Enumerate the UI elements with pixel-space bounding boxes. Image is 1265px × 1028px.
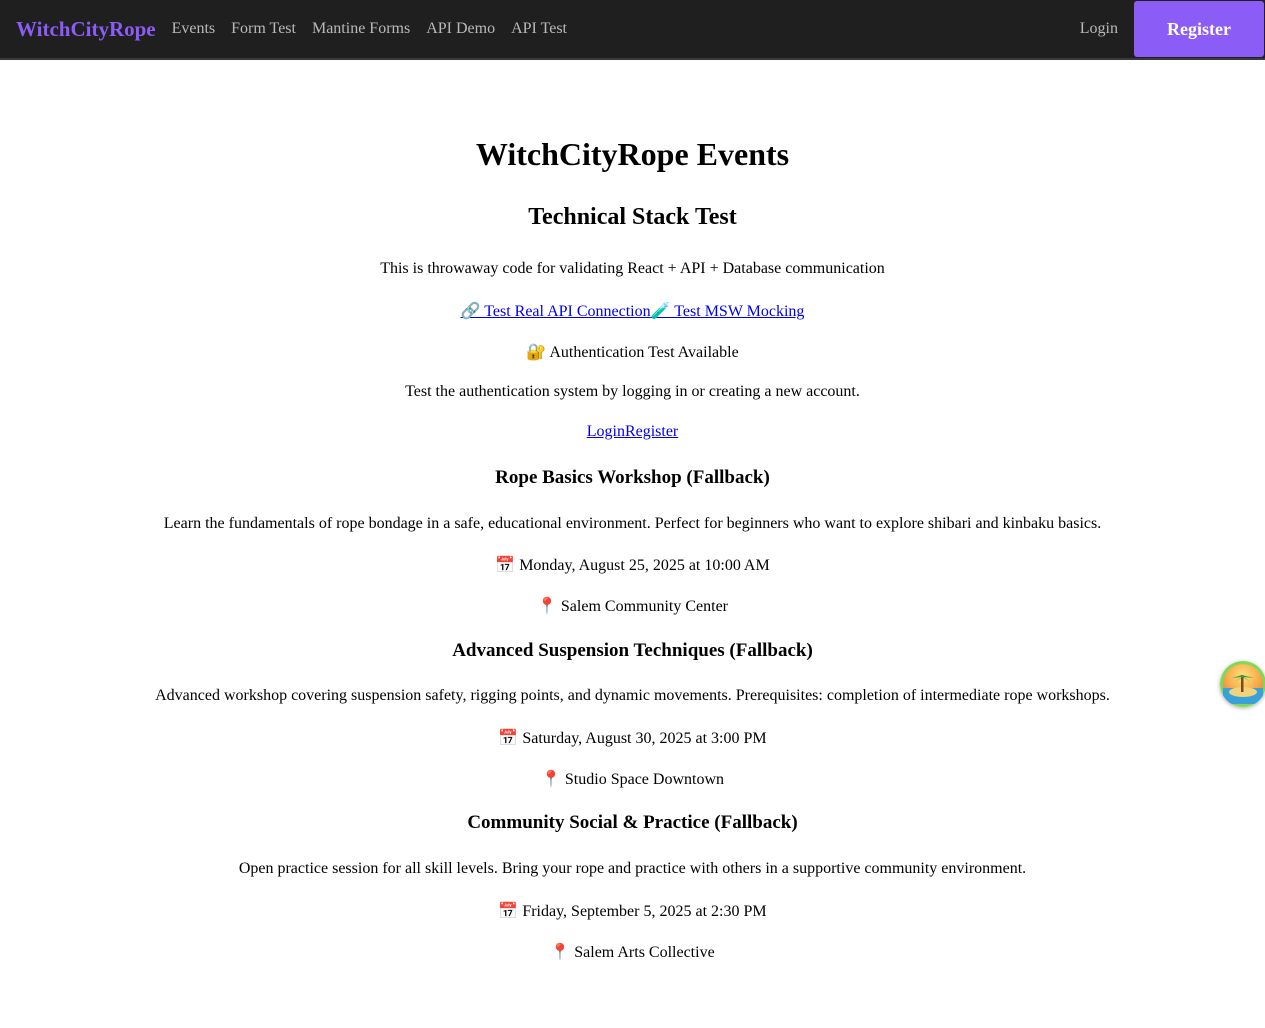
login-link-inline[interactable]: Login [587, 423, 625, 440]
auth-notice: 🔐 Authentication Test Available [526, 344, 739, 361]
event-date: 📅 Friday, September 5, 2025 at 2:30 PM [498, 903, 767, 920]
event-location: 📍 Studio Space Downtown [540, 771, 725, 788]
event-description: Advanced workshop covering suspension sa… [155, 687, 1110, 704]
page-title: WitchCityRope Events [475, 136, 790, 172]
nav-actions: Login Register [1080, 0, 1265, 58]
event-title: Rope Basics Workshop (Fallback) [495, 467, 770, 488]
top-navbar: WitchCityRope Events Form Test Mantine F… [0, 0, 1265, 60]
register-link-inline[interactable]: Register [625, 423, 678, 440]
page-description: This is throwaway code for validating Re… [380, 260, 885, 277]
event-date: 📅 Saturday, August 30, 2025 at 3:00 PM [498, 730, 767, 747]
page-subtitle: Technical Stack Test [528, 204, 737, 230]
event-location: 📍 Salem Community Center [536, 598, 728, 615]
nav-link-api-test[interactable]: API Test [511, 20, 567, 38]
event-title: Advanced Suspension Techniques (Fallback… [452, 640, 813, 661]
test-links: 🔗 Test Real API Connection🧪 Test MSW Moc… [0, 301, 1265, 321]
nav-link-api-demo[interactable]: API Demo [426, 20, 495, 38]
event-description: Learn the fundamentals of rope bondage i… [163, 515, 1102, 532]
nav-link-form-test[interactable]: Form Test [231, 20, 296, 38]
island-icon[interactable] [1220, 661, 1265, 707]
nav-links: Events Form Test Mantine Forms API Demo … [172, 20, 567, 38]
login-link[interactable]: Login [1080, 20, 1118, 38]
auth-description: Test the authentication system by loggin… [405, 383, 860, 400]
event-location: 📍 Salem Arts Collective [550, 944, 715, 961]
nav-link-mantine-forms[interactable]: Mantine Forms [312, 20, 410, 38]
test-real-api-link[interactable]: 🔗 Test Real API Connection [461, 303, 651, 320]
auth-links: LoginRegister [0, 423, 1265, 441]
event-title: Community Social & Practice (Fallback) [467, 812, 798, 833]
register-button[interactable]: Register [1134, 1, 1264, 57]
test-msw-mocking-link[interactable]: 🧪 Test MSW Mocking [651, 303, 805, 320]
event-description: Open practice session for all skill leve… [238, 860, 1027, 877]
nav-link-events[interactable]: Events [172, 20, 216, 38]
brand-logo[interactable]: WitchCityRope [16, 17, 156, 42]
event-date: 📅 Monday, August 25, 2025 at 10:00 AM [495, 557, 770, 574]
